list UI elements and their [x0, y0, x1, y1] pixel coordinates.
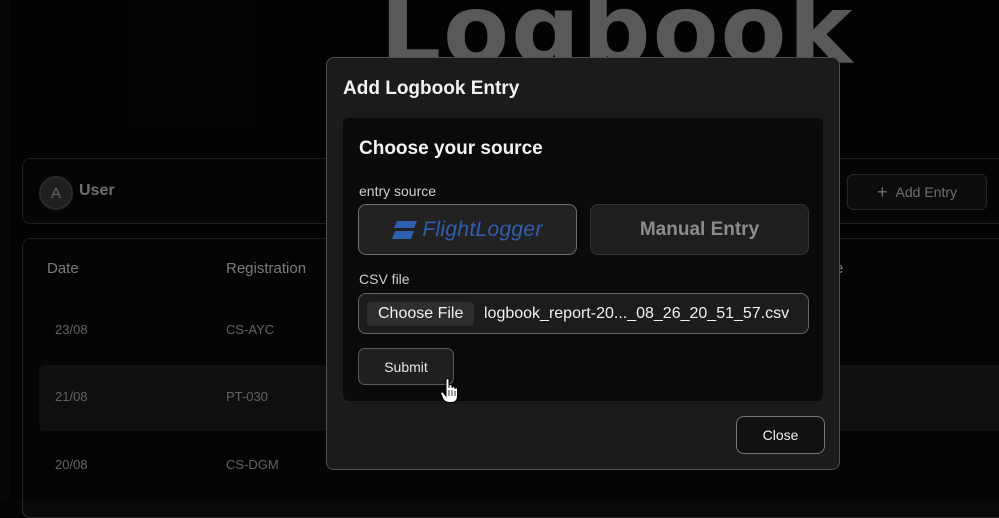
add-logbook-entry-dialog: Add Logbook Entry Choose your source ent…	[326, 57, 840, 470]
flightlogger-wing-icon	[392, 220, 418, 239]
csv-file-label: CSV file	[359, 271, 410, 287]
hand-pointer-cursor-icon	[440, 378, 458, 403]
panel-title: Choose your source	[359, 138, 543, 159]
flightlogger-text: FlightLogger	[422, 217, 543, 241]
close-button[interactable]: Close	[736, 416, 825, 454]
selected-file-name: logbook_report-20..._08_26_20_51_57.csv	[484, 305, 790, 322]
source-panel: Choose your source entry source FlightLo…	[343, 118, 823, 401]
entry-source-label: entry source	[359, 183, 437, 199]
flightlogger-source-button[interactable]: FlightLogger	[358, 204, 577, 255]
csv-file-input[interactable]: Choose File logbook_report-20..._08_26_2…	[358, 293, 809, 334]
flightlogger-logo: FlightLogger	[392, 218, 542, 242]
dialog-title: Add Logbook Entry	[343, 78, 520, 99]
choose-file-button[interactable]: Choose File	[367, 302, 475, 326]
manual-entry-button[interactable]: Manual Entry	[590, 204, 809, 255]
